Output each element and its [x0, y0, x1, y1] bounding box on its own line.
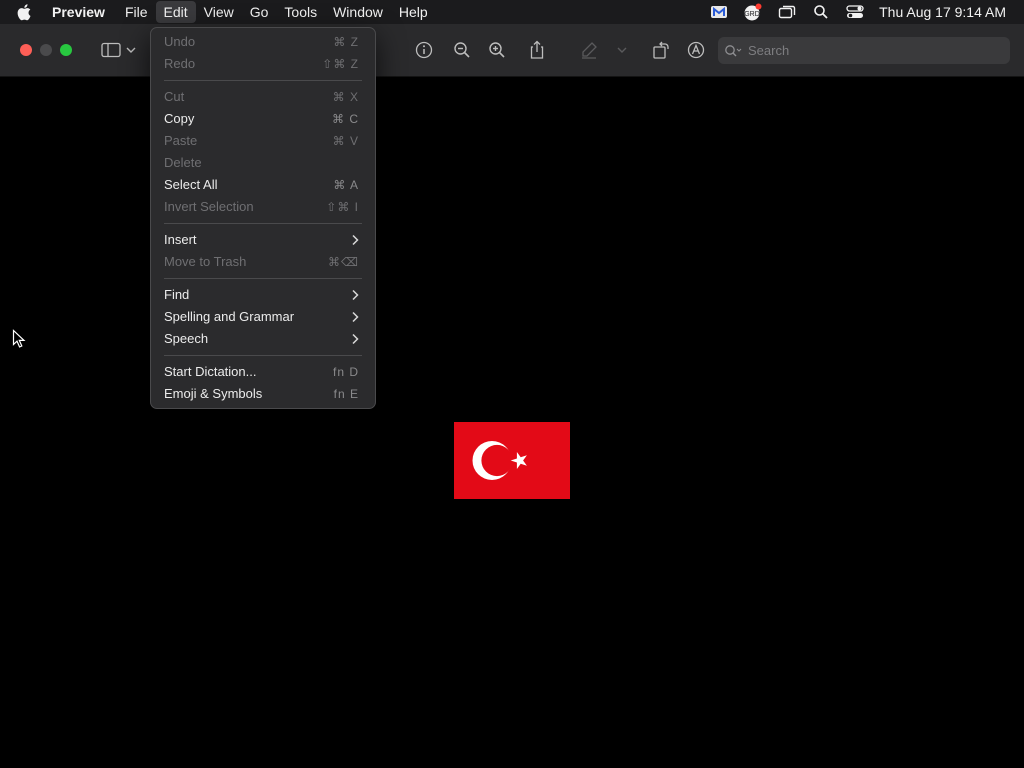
- shortcut-label: fn D: [332, 365, 359, 379]
- apple-menu-icon[interactable]: [17, 3, 35, 21]
- menu-item-find[interactable]: Find: [156, 284, 370, 306]
- mouse-pointer-icon: [12, 329, 26, 348]
- svg-text:GRD: GRD: [744, 11, 760, 18]
- share-icon[interactable]: [526, 40, 548, 60]
- highlight-options-chevron-icon[interactable]: [614, 40, 630, 60]
- menu-edit[interactable]: Edit: [155, 1, 196, 23]
- markup-icon[interactable]: [685, 40, 707, 60]
- notification-badge-icon[interactable]: GRD: [743, 3, 763, 21]
- zoom-in-icon[interactable]: [486, 40, 508, 60]
- shortcut-label: ⌘ Z: [333, 35, 359, 49]
- menu-item-invert-selection[interactable]: Invert Selection ⇧⌘ I: [156, 196, 370, 218]
- edit-menu-dropdown: Undo ⌘ Z Redo ⇧⌘ Z Cut ⌘ X Copy ⌘ C Past…: [150, 27, 376, 409]
- menu-go[interactable]: Go: [242, 1, 277, 23]
- search-icon: [724, 44, 742, 58]
- chevron-right-icon: [352, 333, 359, 345]
- shortcut-label: ⌘ V: [332, 134, 359, 148]
- chevron-right-icon: [352, 234, 359, 246]
- menubar-clock[interactable]: Thu Aug 17 9:14 AM: [879, 4, 1006, 20]
- zoom-window-button[interactable]: [60, 44, 72, 56]
- chevron-right-icon: [352, 289, 359, 301]
- menu-view[interactable]: View: [196, 1, 242, 23]
- menu-item-insert[interactable]: Insert: [156, 229, 370, 251]
- rotate-icon[interactable]: [650, 40, 672, 60]
- menu-separator: [164, 278, 362, 279]
- menu-item-paste[interactable]: Paste ⌘ V: [156, 130, 370, 152]
- control-center-icon[interactable]: [845, 3, 865, 21]
- highlight-pen-icon[interactable]: [578, 40, 600, 60]
- menu-item-copy[interactable]: Copy ⌘ C: [156, 108, 370, 130]
- spotlight-search-icon[interactable]: [811, 3, 831, 21]
- shortcut-label: fn E: [333, 387, 359, 401]
- info-icon[interactable]: [413, 40, 435, 60]
- chevron-right-icon: [352, 311, 359, 323]
- turkey-flag-image: [454, 422, 570, 499]
- shortcut-label: ⇧⌘ Z: [322, 57, 359, 71]
- menu-item-move-to-trash[interactable]: Move to Trash ⌘⌫: [156, 251, 370, 273]
- menu-item-redo[interactable]: Redo ⇧⌘ Z: [156, 53, 370, 75]
- menu-separator: [164, 223, 362, 224]
- minimize-window-button[interactable]: [40, 44, 52, 56]
- zoom-out-icon[interactable]: [451, 40, 473, 60]
- menu-item-emoji-and-symbols[interactable]: Emoji & Symbols fn E: [156, 383, 370, 405]
- menu-help[interactable]: Help: [391, 1, 436, 23]
- shortcut-label: ⇧⌘ I: [326, 200, 359, 214]
- menu-window[interactable]: Window: [325, 1, 391, 23]
- menu-item-undo[interactable]: Undo ⌘ Z: [156, 31, 370, 53]
- shortcut-label: ⌘⌫: [328, 255, 359, 269]
- app-menu-preview[interactable]: Preview: [52, 1, 113, 23]
- screen-mirroring-icon[interactable]: [777, 3, 797, 21]
- chevron-down-icon[interactable]: [124, 40, 138, 60]
- menu-item-speech[interactable]: Speech: [156, 328, 370, 350]
- malwarebytes-icon[interactable]: [709, 3, 729, 21]
- shortcut-label: ⌘ X: [332, 90, 359, 104]
- sidebar-toggle-icon[interactable]: [100, 40, 122, 60]
- menu-file[interactable]: File: [117, 1, 156, 23]
- close-window-button[interactable]: [20, 44, 32, 56]
- menu-tools[interactable]: Tools: [276, 1, 325, 23]
- search-input[interactable]: [746, 42, 1000, 59]
- menu-bar: Preview File Edit View Go Tools Window H…: [0, 0, 1024, 24]
- crescent-inner: [481, 444, 513, 477]
- menu-separator: [164, 355, 362, 356]
- shortcut-label: ⌘ A: [333, 178, 359, 192]
- status-area: GRD Thu Aug 17 9:14 AM: [709, 0, 1024, 24]
- menu-item-spelling-and-grammar[interactable]: Spelling and Grammar: [156, 306, 370, 328]
- menu-item-cut[interactable]: Cut ⌘ X: [156, 86, 370, 108]
- shortcut-label: ⌘ C: [332, 112, 359, 126]
- search-field[interactable]: [718, 37, 1010, 64]
- menu-separator: [164, 80, 362, 81]
- menu-item-select-all[interactable]: Select All ⌘ A: [156, 174, 370, 196]
- menu-item-delete[interactable]: Delete: [156, 152, 370, 174]
- menu-item-start-dictation[interactable]: Start Dictation... fn D: [156, 361, 370, 383]
